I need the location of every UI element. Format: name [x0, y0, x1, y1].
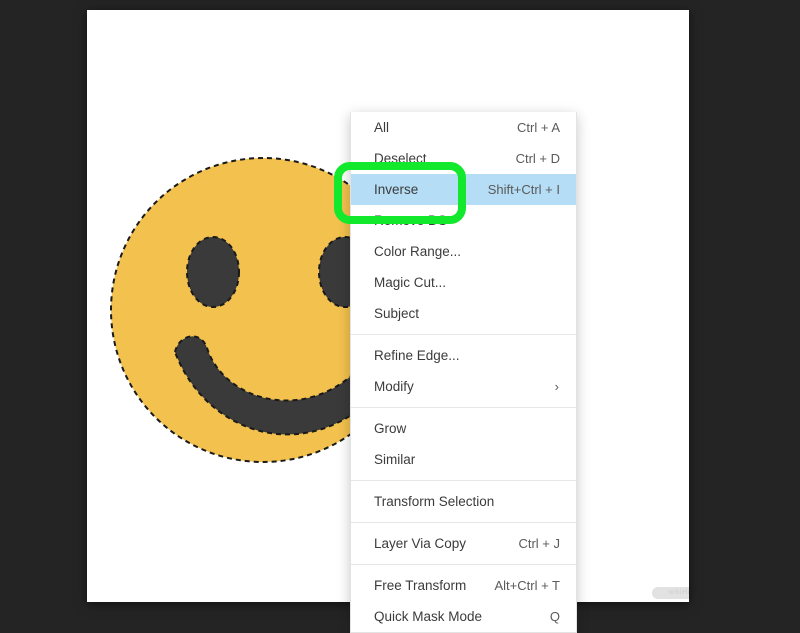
- menu-item-shortcut: Ctrl + D: [515, 151, 560, 166]
- menu-item-modify[interactable]: Modify ›: [351, 371, 576, 402]
- menu-item-label: Subject: [374, 306, 420, 321]
- menu-item-label: Remove BG: [374, 213, 448, 228]
- menu-item-shortcut: Ctrl + J: [518, 536, 560, 551]
- menu-item-inverse[interactable]: Inverse Shift+Ctrl + I: [351, 174, 576, 205]
- menu-item-shortcut: Shift+Ctrl + I: [487, 182, 560, 197]
- menu-item-remove-bg[interactable]: Remove BG: [351, 205, 576, 236]
- menu-item-label: Grow: [374, 421, 407, 436]
- menu-item-label: Deselect: [374, 151, 427, 166]
- menu-item-color-range[interactable]: Color Range...: [351, 236, 576, 267]
- menu-item-label: Inverse: [374, 182, 419, 197]
- menu-item-refine-edge[interactable]: Refine Edge...: [351, 340, 576, 371]
- menu-item-label: All: [374, 120, 390, 135]
- menu-item-transform-selection[interactable]: Transform Selection: [351, 486, 576, 517]
- menu-item-label: Quick Mask Mode: [374, 609, 483, 624]
- selection-context-menu[interactable]: All Ctrl + A Deselect Ctrl + D Inverse Shift+…: [350, 112, 577, 633]
- menu-item-label: Magic Cut...: [374, 275, 447, 290]
- menu-separator: [351, 522, 576, 523]
- menu-item-shortcut: Alt+Ctrl + T: [494, 578, 560, 593]
- menu-item-label: Modify: [374, 379, 414, 394]
- watermark-badge: wikiHow: [652, 587, 689, 599]
- menu-item-grow[interactable]: Grow: [351, 413, 576, 444]
- menu-item-subject[interactable]: Subject: [351, 298, 576, 329]
- menu-separator: [351, 564, 576, 565]
- menu-item-label: Color Range...: [374, 244, 462, 259]
- menu-separator: [351, 334, 576, 335]
- image-editor-canvas-area: wikiHow All Ctrl + A Deselect Ctrl + D Inver…: [0, 0, 800, 633]
- menu-separator: [351, 407, 576, 408]
- menu-item-similar[interactable]: Similar: [351, 444, 576, 475]
- menu-item-all[interactable]: All Ctrl + A: [351, 112, 576, 143]
- menu-item-label: Transform Selection: [374, 494, 495, 509]
- menu-item-label: Refine Edge...: [374, 348, 460, 363]
- menu-item-layer-via-copy[interactable]: Layer Via Copy Ctrl + J: [351, 528, 576, 559]
- menu-item-magic-cut[interactable]: Magic Cut...: [351, 267, 576, 298]
- menu-item-label: Layer Via Copy: [374, 536, 467, 551]
- menu-item-deselect[interactable]: Deselect Ctrl + D: [351, 143, 576, 174]
- menu-item-quick-mask-mode[interactable]: Quick Mask Mode Q: [351, 601, 576, 632]
- menu-separator: [351, 480, 576, 481]
- menu-item-shortcut: Q: [549, 609, 560, 624]
- menu-item-label: Similar: [374, 452, 416, 467]
- menu-item-label: Free Transform: [374, 578, 467, 593]
- chevron-right-icon: ›: [554, 379, 559, 394]
- menu-item-free-transform[interactable]: Free Transform Alt+Ctrl + T: [351, 570, 576, 601]
- menu-item-shortcut: Ctrl + A: [517, 120, 560, 135]
